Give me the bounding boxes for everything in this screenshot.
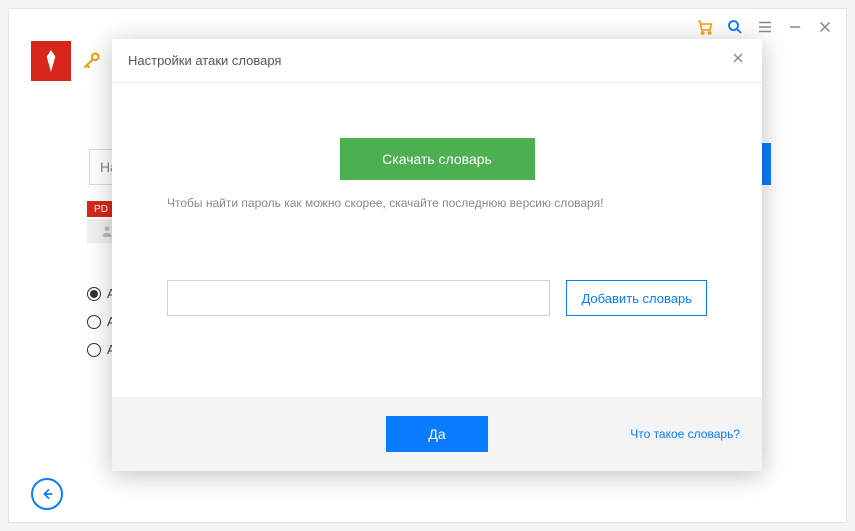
key-icon <box>81 51 101 71</box>
app-window: Pas Наж ть PD А А А Настройки атаки слов… <box>8 8 847 523</box>
modal-footer: Да Что такое словарь? <box>112 397 762 471</box>
close-icon[interactable] <box>816 18 834 36</box>
ok-button[interactable]: Да <box>386 416 488 452</box>
dictionary-settings-modal: Настройки атаки словаря Скачать словарь … <box>112 39 762 471</box>
what-is-dictionary-link[interactable]: Что такое словарь? <box>630 427 740 441</box>
dictionary-path-input[interactable] <box>167 280 550 316</box>
add-dictionary-button[interactable]: Добавить словарь <box>566 280 707 316</box>
back-button[interactable] <box>31 478 63 510</box>
cart-icon[interactable] <box>696 18 714 36</box>
pdf-badge: PD <box>87 201 115 217</box>
modal-body: Скачать словарь Чтобы найти пароль как м… <box>112 83 762 397</box>
radio-icon <box>87 287 101 301</box>
menu-icon[interactable] <box>756 18 774 36</box>
arrow-left-icon <box>39 486 55 502</box>
modal-header: Настройки атаки словаря <box>112 39 762 83</box>
radio-icon <box>87 343 101 357</box>
radio-icon <box>87 315 101 329</box>
minimize-icon[interactable] <box>786 18 804 36</box>
modal-title: Настройки атаки словаря <box>128 53 281 68</box>
brand-logo-icon <box>31 41 71 81</box>
dictionary-input-row: Добавить словарь <box>167 280 707 316</box>
modal-close-button[interactable] <box>730 50 746 71</box>
close-icon <box>730 50 746 66</box>
download-dictionary-button[interactable]: Скачать словарь <box>340 138 535 180</box>
download-hint: Чтобы найти пароль как можно скорее, ска… <box>167 196 707 210</box>
search-icon[interactable] <box>726 18 744 36</box>
